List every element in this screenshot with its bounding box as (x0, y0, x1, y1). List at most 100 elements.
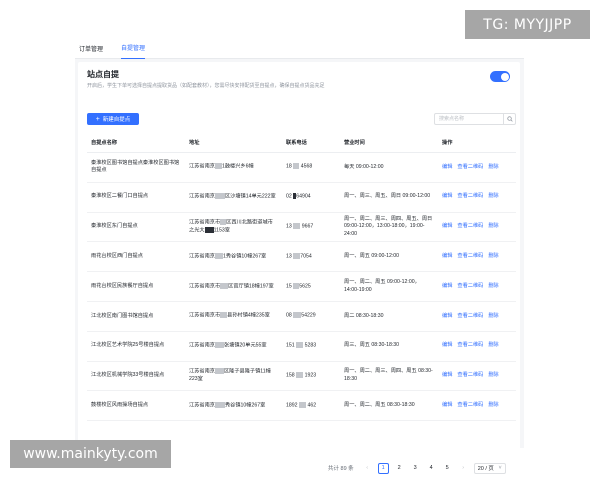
delete-link[interactable]: 删除 (488, 313, 498, 319)
tab-bar: 订单管理 自提管理 (75, 38, 524, 59)
phone-part: 64904 (296, 193, 311, 200)
search-input[interactable] (435, 114, 505, 124)
delete-link[interactable]: 删除 (488, 283, 498, 289)
address-part: 江苏省南京 (189, 342, 215, 349)
table-header-row: 自提点名称 地址 联系电话 营业时间 操作 (87, 132, 516, 153)
phone-part: 9667 (301, 223, 314, 230)
cell-actions: 编辑 查看二维码 删除 (438, 331, 516, 362)
address-part: 张塘镇20单元55室 (223, 342, 267, 349)
page-3[interactable]: 3 (410, 463, 421, 474)
view-qrcode-link[interactable]: 查看二维码 (457, 223, 483, 229)
cell-actions: 编辑 查看二维码 删除 (438, 152, 516, 183)
edit-link[interactable]: 编辑 (442, 313, 452, 319)
view-qrcode-link[interactable]: 查看二维码 (457, 164, 483, 170)
delete-link[interactable]: 删除 (488, 372, 498, 378)
page-size-select[interactable]: 20 / 页 ˅ (473, 462, 506, 474)
cell-address: 江苏省南京市 区西川北路街道城市之光大 1153室 (185, 212, 282, 243)
cell-hours: 周一、周五 09:00-12:00 (340, 241, 438, 273)
redacted-mark (296, 372, 304, 379)
edit-link[interactable]: 编辑 (442, 193, 452, 199)
cell-name: 雨花台校区民族餐厅自提点 (87, 271, 185, 302)
redacted-mark (214, 368, 224, 375)
address-part: 区官厅镇18幢197室 (228, 283, 274, 289)
phone-part: 1923 (304, 372, 317, 379)
cell-name: 江北校区艺术学院25号楼自提点 (87, 331, 185, 362)
cell-actions: 编辑 查看二维码 删除 (438, 182, 516, 213)
cell-phone: 08 54229 (282, 301, 340, 332)
page-size-label: 20 / 页 (477, 466, 494, 472)
phone-part: 15 (286, 283, 292, 289)
cell-address: 江苏省南京市 县孙村镇4幢235室 (185, 301, 282, 332)
address-part: 江苏省南京市 (189, 219, 221, 226)
address-part: 江苏省南京市 (189, 312, 221, 319)
redacted-mark (293, 163, 300, 170)
view-qrcode-link[interactable]: 查看二维码 (457, 193, 483, 199)
cell-address: 江苏省南京 区沙塘镇14单元222室 (185, 182, 282, 213)
delete-link[interactable]: 删除 (488, 164, 498, 170)
edit-link[interactable]: 编辑 (442, 164, 452, 170)
cell-name: 江北校区机械学院33号楼自提点 (87, 361, 185, 392)
address-part: 江苏省南京 (189, 253, 215, 260)
page-4[interactable]: 4 (426, 463, 437, 474)
edit-link[interactable]: 编辑 (442, 283, 452, 289)
header-name: 自提点名称 (87, 132, 185, 153)
phone-part: 08 (286, 312, 292, 319)
phone-part: 151 (286, 342, 295, 349)
header-hours: 营业时间 (340, 132, 438, 153)
cell-phone: 15 5625 (282, 271, 340, 302)
header-actions: 操作 (438, 132, 516, 153)
redacted-mark (204, 226, 214, 233)
view-qrcode-link[interactable]: 查看二维码 (457, 402, 483, 408)
delete-link[interactable]: 删除 (488, 402, 498, 408)
view-qrcode-link[interactable]: 查看二维码 (457, 342, 483, 348)
tab-pickup[interactable]: 自提管理 (121, 37, 146, 59)
cell-hours: 周一、周二、周五 09:00-12:00，14:00-19:00 (340, 271, 438, 302)
delete-link[interactable]: 删除 (488, 253, 498, 259)
delete-link[interactable]: 删除 (488, 342, 498, 348)
add-button-label: 新建自提点 (102, 117, 131, 123)
phone-part: 462 (307, 402, 317, 409)
cell-hours: 周三、周五 08:30-18:30 (340, 331, 438, 362)
delete-link[interactable]: 删除 (488, 193, 498, 199)
view-qrcode-link[interactable]: 查看二维码 (457, 283, 483, 289)
edit-link[interactable]: 编辑 (442, 253, 452, 259)
pickup-list-card: + 新建自提点 自提点名称 地址 联系电话 营业时间 操作 (78, 104, 520, 474)
cell-actions: 编辑 查看二维码 删除 (438, 241, 516, 273)
delete-link[interactable]: 删除 (488, 223, 498, 229)
page-1[interactable]: 1 (377, 462, 389, 474)
address-part: 县孙村镇4幢235室 (227, 312, 270, 319)
watermark-top: TG: MYYJJPP (465, 10, 590, 39)
header-phone: 联系电话 (282, 132, 340, 153)
cell-phone: 18 4568 (282, 152, 340, 183)
cell-name: 秦淮校区东门自提点 (87, 212, 185, 243)
view-qrcode-link[interactable]: 查看二维码 (457, 253, 483, 259)
view-qrcode-link[interactable]: 查看二维码 (457, 372, 483, 378)
table-row: 鼓楼校区风雨操场自提点 江苏省南京 秀谷镇10幢267室 1892 462 周一、… (87, 390, 516, 422)
phone-part: 18 (286, 163, 292, 170)
prev-page-icon[interactable]: ‹ (362, 463, 373, 474)
add-pickup-point-button[interactable]: + 新建自提点 (87, 113, 139, 125)
next-page-icon[interactable]: › (458, 463, 469, 474)
cell-actions: 编辑 查看二维码 删除 (438, 212, 516, 243)
redacted-mark (293, 223, 301, 230)
edit-link[interactable]: 编辑 (442, 402, 452, 408)
edit-link[interactable]: 编辑 (442, 223, 452, 229)
cell-actions: 编辑 查看二维码 删除 (438, 390, 516, 422)
edit-link[interactable]: 编辑 (442, 372, 452, 378)
table-row: 雨花台校区民族餐厅自提点 江苏省南京市 区官厅镇18幢197室 15 5625 周… (87, 271, 516, 302)
cell-hours: 周一、周三、周五、周日 09:00-12:00 (340, 182, 438, 213)
search-icon[interactable] (503, 114, 515, 124)
edit-link[interactable]: 编辑 (442, 342, 452, 348)
tab-orders[interactable]: 订单管理 (79, 38, 103, 59)
pickup-toggle[interactable] (490, 71, 510, 82)
table-row: 秦淮校区东门自提点 江苏省南京市 区西川北路街道城市之光大 1153室 13 966… (87, 212, 516, 243)
address-part: 1153室 (213, 227, 230, 234)
page-5[interactable]: 5 (442, 463, 453, 474)
view-qrcode-link[interactable]: 查看二维码 (457, 313, 483, 319)
cell-address: 江苏省南京市 区官厅镇18幢197室 (185, 271, 282, 302)
redacted-mark (299, 401, 306, 408)
cell-phone: 151 5283 (282, 331, 340, 362)
page-2[interactable]: 2 (394, 463, 405, 474)
section-description: 开启后，学生下单可选择自提点提取货品（如配套教材），您需尽快安排配货至自提点，确… (87, 83, 325, 89)
section-title: 站点自提 (87, 70, 119, 79)
